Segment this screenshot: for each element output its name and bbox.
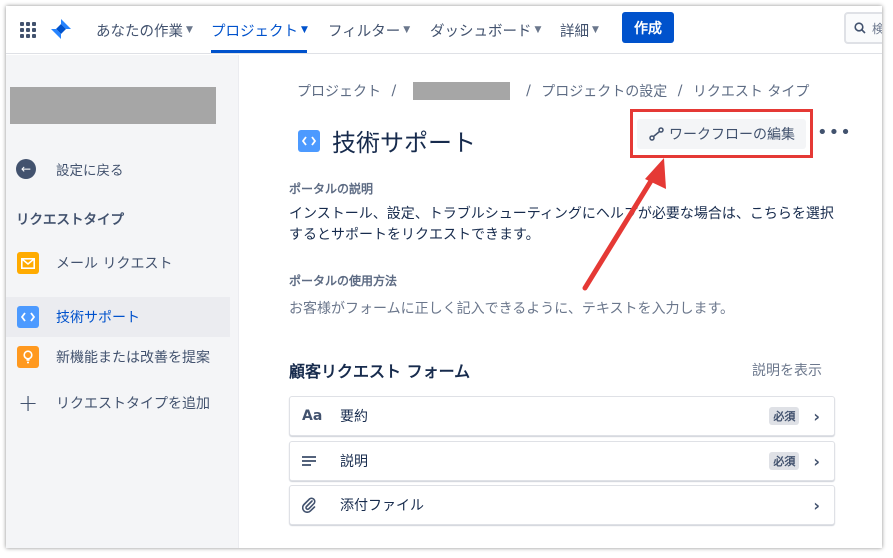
- chevron-down-icon: ▼: [403, 25, 411, 35]
- portal-description-label: ポータルの説明: [289, 182, 374, 196]
- chevron-right-icon: ›: [813, 495, 820, 515]
- breadcrumb-projects[interactable]: プロジェクト: [297, 81, 381, 101]
- app-switcher-icon[interactable]: [20, 22, 36, 38]
- search-icon: [854, 22, 866, 34]
- sidebar-section-title: リクエストタイプ: [16, 212, 124, 228]
- code-icon: [298, 129, 320, 152]
- breadcrumb-separator: /: [391, 83, 397, 99]
- chevron-down-icon: ▼: [301, 25, 308, 35]
- portal-description-text[interactable]: インストール、設定、トラブルシューティングにヘルプが必要な場合は、こちらを選択す…: [289, 204, 839, 246]
- portal-usage-label: ポータルの使用方法: [289, 274, 398, 288]
- nav-projects[interactable]: プロジェクト ▼: [211, 17, 308, 43]
- lightbulb-icon: [17, 346, 39, 368]
- sidebar-item-tech-support[interactable]: 技術サポート: [6, 297, 230, 337]
- sidebar: ← 設定に戻る リクエストタイプ メール リクエスト 技術サポート 新機能または…: [6, 55, 239, 548]
- breadcrumb-project-settings[interactable]: プロジェクトの設定: [541, 81, 667, 101]
- required-badge: 必須: [769, 407, 800, 425]
- breadcrumb-separator: /: [526, 83, 531, 99]
- nav-your-work[interactable]: あなたの作業 ▼: [96, 17, 193, 43]
- active-nav-indicator: [211, 50, 307, 53]
- workflow-icon: [649, 127, 664, 141]
- page-title: 技術サポート: [332, 129, 476, 157]
- code-icon: [17, 306, 39, 328]
- paragraph-icon: [302, 455, 324, 467]
- arrow-left-icon: ←: [16, 159, 36, 179]
- form-title: 顧客リクエスト フォーム: [289, 362, 471, 381]
- show-description-link[interactable]: 説明を表示: [752, 360, 822, 380]
- chevron-right-icon: ›: [813, 406, 820, 426]
- form-field-description[interactable]: 説明 必須 ›: [289, 441, 835, 481]
- breadcrumb-separator: /: [677, 83, 683, 99]
- paperclip-icon: [302, 497, 324, 513]
- top-navigation: あなたの作業 ▼ プロジェクト ▼ フィルター ▼ ダッシュボード ▼ 詳細 ▼ 作成 検: [6, 6, 882, 54]
- breadcrumb: プロジェクト / / プロジェクトの設定 / リクエスト タイプ: [297, 81, 809, 101]
- nav-more[interactable]: 詳細 ▼: [560, 17, 599, 43]
- chevron-down-icon: ▼: [534, 25, 542, 35]
- breadcrumb-request-types[interactable]: リクエスト タイプ: [693, 81, 809, 101]
- required-badge: 必須: [769, 452, 800, 470]
- form-field-summary[interactable]: Aa 要約 必須 ›: [289, 396, 835, 436]
- project-name-redacted: [10, 87, 216, 124]
- more-actions-button[interactable]: •••: [817, 124, 852, 142]
- form-field-attachment[interactable]: 添付ファイル ›: [289, 485, 835, 525]
- back-to-settings-link[interactable]: ← 設定に戻る: [16, 159, 124, 179]
- nav-dashboards[interactable]: ダッシュボード ▼: [430, 17, 541, 43]
- edit-workflow-button[interactable]: ワークフローの編集: [637, 119, 806, 149]
- mail-icon: [17, 252, 39, 274]
- sidebar-item-suggest-feature[interactable]: 新機能または改善を提案: [6, 337, 230, 377]
- plus-icon: +: [17, 389, 39, 417]
- search-input[interactable]: 検: [844, 12, 882, 44]
- app-window: あなたの作業 ▼ プロジェクト ▼ フィルター ▼ ダッシュボード ▼ 詳細 ▼ 作成 検…: [6, 6, 882, 548]
- sidebar-item-add-request-type[interactable]: + リクエストタイプを追加: [6, 383, 230, 423]
- nav-filters[interactable]: フィルター ▼: [328, 17, 410, 43]
- chevron-down-icon: ▼: [592, 25, 599, 35]
- chevron-down-icon: ▼: [186, 25, 193, 35]
- text-field-icon: Aa: [302, 408, 323, 424]
- portal-usage-text[interactable]: お客様がフォームに正しく記入できるように、テキストを入力します。: [289, 298, 734, 318]
- page-header: 技術サポート: [298, 123, 476, 158]
- chevron-right-icon: ›: [813, 451, 820, 471]
- jira-logo-icon[interactable]: [50, 18, 72, 40]
- breadcrumb-project-redacted[interactable]: [412, 82, 510, 100]
- create-button[interactable]: 作成: [622, 12, 674, 43]
- sidebar-item-email-request[interactable]: メール リクエスト: [6, 243, 230, 283]
